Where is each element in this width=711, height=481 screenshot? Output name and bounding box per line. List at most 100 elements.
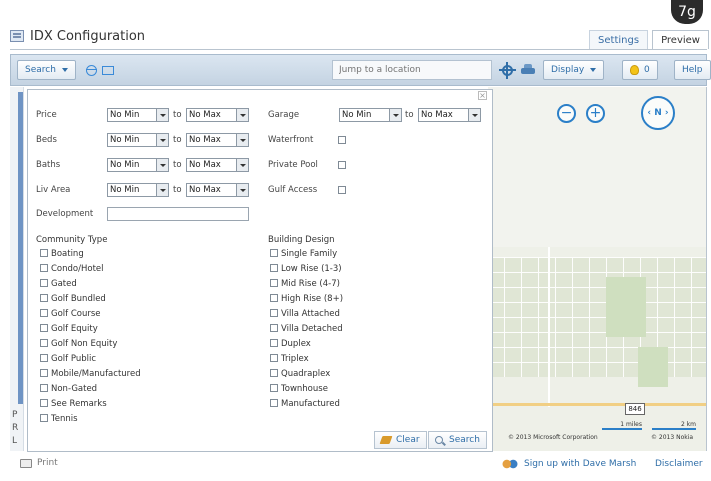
to-label: to <box>173 185 182 195</box>
signup-link[interactable]: Sign up with Dave Marsh <box>502 459 636 469</box>
checkbox[interactable] <box>40 339 48 347</box>
checkbox[interactable] <box>270 249 278 257</box>
private-pool-checkbox[interactable] <box>338 161 346 169</box>
to-label: to <box>405 110 414 120</box>
checkbox[interactable] <box>40 249 48 257</box>
map-canvas[interactable]: − + ‹ N › 846 1 miles 2 km © 2013 Micros… <box>488 87 707 451</box>
close-icon[interactable]: × <box>478 91 487 100</box>
baths-min-select[interactable]: No Min <box>107 158 169 172</box>
checkbox[interactable] <box>40 279 48 287</box>
community-type-item[interactable]: See Remarks <box>40 399 107 409</box>
liv-area-min-select[interactable]: No Min <box>107 183 169 197</box>
building-design-item[interactable]: Manufactured <box>270 399 340 409</box>
waterfront-label: Waterfront <box>268 135 314 145</box>
directions-icon[interactable] <box>521 64 535 76</box>
clear-button[interactable]: Clear <box>374 431 427 449</box>
building-design-item[interactable]: High Rise (8+) <box>270 294 343 304</box>
baths-max-select[interactable]: No Max <box>186 158 249 172</box>
community-type-item[interactable]: Golf Course <box>40 309 101 319</box>
map-streets <box>488 257 706 377</box>
community-type-list: Boating Condo/Hotel Gated Golf Bundled G… <box>36 246 148 428</box>
building-design-item[interactable]: Mid Rise (4-7) <box>270 279 340 289</box>
checkbox[interactable] <box>270 369 278 377</box>
garage-min-select[interactable]: No Min <box>339 108 402 122</box>
beds-label: Beds <box>36 135 57 145</box>
rectangle-draw-icon[interactable] <box>101 65 114 75</box>
community-type-item[interactable]: Tennis <box>40 414 78 424</box>
disclaimer-link[interactable]: Disclaimer <box>655 459 703 469</box>
liv-area-max-select[interactable]: No Max <box>186 183 249 197</box>
checkbox[interactable] <box>40 414 48 422</box>
building-design-item[interactable]: Quadraplex <box>270 369 330 379</box>
community-type-item[interactable]: Boating <box>40 249 84 259</box>
checkbox[interactable] <box>40 354 48 362</box>
building-design-item[interactable]: Triplex <box>270 354 309 364</box>
locate-icon[interactable] <box>499 62 516 79</box>
community-type-item[interactable]: Condo/Hotel <box>40 264 104 274</box>
zoom-out-button[interactable]: − <box>557 104 576 123</box>
checkbox[interactable] <box>40 384 48 392</box>
help-button[interactable]: Help <box>674 60 711 80</box>
chevron-down-icon <box>61 68 68 72</box>
search-button-label: Search <box>449 435 480 445</box>
circle-draw-icon[interactable] <box>85 64 97 76</box>
checkbox[interactable] <box>40 309 48 317</box>
search-button[interactable]: Search <box>428 431 487 449</box>
beds-min-select[interactable]: No Min <box>107 133 169 147</box>
price-min-select[interactable]: No Min <box>107 108 169 122</box>
zoom-in-button[interactable]: + <box>586 104 605 123</box>
building-design-item[interactable]: Low Rise (1-3) <box>270 264 342 274</box>
community-type-item[interactable]: Golf Equity <box>40 324 98 334</box>
compass-icon[interactable]: ‹ N › <box>641 96 675 130</box>
checkbox[interactable] <box>270 309 278 317</box>
checkbox[interactable] <box>270 399 278 407</box>
checkbox[interactable] <box>40 264 48 272</box>
tab-settings[interactable]: Settings <box>589 30 649 49</box>
saved-items-button[interactable]: 0 <box>622 60 658 80</box>
building-design-item[interactable]: Townhouse <box>270 384 328 394</box>
checkbox[interactable] <box>40 294 48 302</box>
building-design-item[interactable]: Villa Attached <box>270 309 340 319</box>
checkbox[interactable] <box>40 369 48 377</box>
building-design-item[interactable]: Villa Detached <box>270 324 343 334</box>
search-dropdown-button[interactable]: Search <box>17 60 76 80</box>
checkbox[interactable] <box>270 339 278 347</box>
garage-max-select[interactable]: No Max <box>418 108 481 122</box>
option-label: Manufactured <box>281 399 340 409</box>
jump-location-input[interactable] <box>332 60 492 80</box>
waterfront-checkbox[interactable] <box>338 136 346 144</box>
checkbox[interactable] <box>40 324 48 332</box>
checkbox[interactable] <box>270 354 278 362</box>
price-max-select[interactable]: No Max <box>186 108 249 122</box>
building-design-item[interactable]: Duplex <box>270 339 311 349</box>
liv-area-label: Liv Area <box>36 185 71 195</box>
building-design-item[interactable]: Single Family <box>270 249 337 259</box>
beds-max-select[interactable]: No Max <box>186 133 249 147</box>
display-dropdown-button[interactable]: Display <box>543 60 605 80</box>
compass-north-label: N <box>654 108 662 118</box>
option-label: High Rise (8+) <box>281 294 344 304</box>
gulf-access-checkbox[interactable] <box>338 186 346 194</box>
community-type-item[interactable]: Non-Gated <box>40 384 97 394</box>
community-type-item[interactable]: Golf Public <box>40 354 96 364</box>
map-highway <box>488 403 706 406</box>
select-value: No Min <box>110 110 140 120</box>
print-link[interactable]: Print <box>20 458 58 468</box>
tab-preview[interactable]: Preview <box>652 30 709 49</box>
garage-label: Garage <box>268 110 300 120</box>
building-design-list: Single Family Low Rise (1-3) Mid Rise (4… <box>268 246 350 414</box>
checkbox[interactable] <box>270 384 278 392</box>
to-label: to <box>173 135 182 145</box>
checkbox[interactable] <box>270 324 278 332</box>
community-type-item[interactable]: Mobile/Manufactured <box>40 369 141 379</box>
checkbox[interactable] <box>270 279 278 287</box>
checkbox[interactable] <box>40 399 48 407</box>
checkbox[interactable] <box>270 294 278 302</box>
checkbox[interactable] <box>270 264 278 272</box>
community-type-item[interactable]: Golf Bundled <box>40 294 106 304</box>
footer: Print Sign up with Dave Marsh Disclaimer <box>10 452 707 478</box>
community-type-item[interactable]: Gated <box>40 279 77 289</box>
development-input[interactable] <box>107 207 249 221</box>
community-type-item[interactable]: Golf Non Equity <box>40 339 117 349</box>
option-label: Tennis <box>51 414 78 424</box>
